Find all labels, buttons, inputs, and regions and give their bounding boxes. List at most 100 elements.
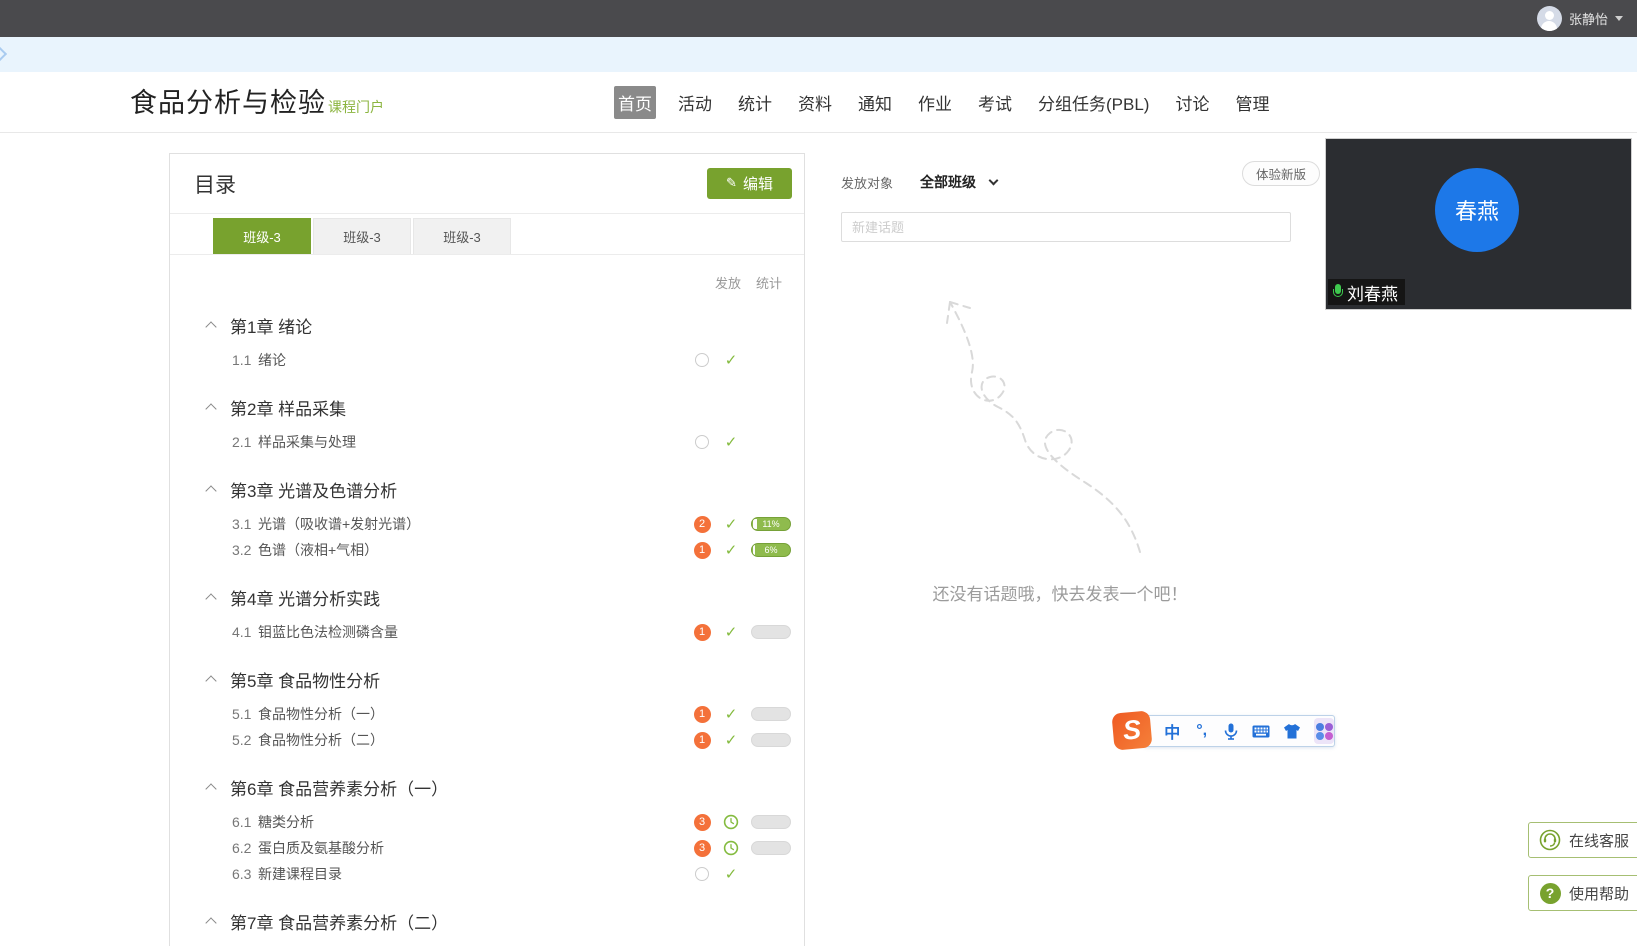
released-check-icon[interactable]: ✓ — [725, 351, 738, 369]
unreleased-circle-icon[interactable] — [695, 353, 709, 367]
section-row: 5.2食品物性分析（二）1✓ — [170, 727, 804, 753]
released-check-icon[interactable]: ✓ — [725, 705, 738, 723]
section-title[interactable]: 糖类分析 — [258, 812, 314, 832]
activity-count-badge[interactable]: 3 — [694, 840, 711, 857]
nav-item-8[interactable]: 分组任务(PBL) — [1034, 86, 1153, 119]
pending-clock-icon[interactable] — [723, 814, 739, 830]
chapter-row[interactable]: 第5章 食品物性分析 — [170, 665, 804, 693]
nav-item-2[interactable]: 活动 — [674, 86, 716, 119]
toolbox-icon[interactable] — [1314, 718, 1334, 744]
chapter-title: 第4章 光谱分析实践 — [230, 585, 380, 610]
activity-count-badge[interactable]: 2 — [694, 516, 711, 533]
section-title[interactable]: 光谱（吸收谱+发射光谱） — [258, 514, 420, 534]
progress-pill[interactable] — [751, 841, 791, 855]
pending-clock-icon[interactable] — [723, 840, 739, 856]
progress-pill[interactable]: 6% — [751, 543, 791, 557]
released-check-icon[interactable]: ✓ — [725, 541, 738, 559]
new-topic-input[interactable] — [841, 212, 1291, 242]
section-title[interactable]: 色谱（液相+气相） — [258, 540, 378, 560]
status-slot: ✓ — [722, 731, 740, 749]
nav-item-10[interactable]: 管理 — [1231, 86, 1273, 119]
released-check-icon[interactable]: ✓ — [725, 433, 738, 451]
online-service-button[interactable]: 在线客服 — [1528, 822, 1637, 858]
nav-item-7[interactable]: 考试 — [974, 86, 1016, 119]
class-tab-1[interactable]: 班级-3 — [213, 218, 311, 254]
class-tab-2[interactable]: 班级-3 — [313, 218, 411, 254]
help-label: 使用帮助 — [1569, 883, 1629, 904]
released-check-icon[interactable]: ✓ — [725, 731, 738, 749]
section-status-group: 1✓ — [693, 623, 791, 641]
help-button[interactable]: ? 使用帮助 — [1528, 875, 1637, 911]
mic-icon[interactable] — [1223, 718, 1239, 744]
released-check-icon[interactable]: ✓ — [725, 623, 738, 641]
video-call-widget[interactable]: 春燕 刘春燕 — [1325, 138, 1632, 310]
nav-item-9[interactable]: 讨论 — [1171, 86, 1213, 119]
section-status-group: 1 ✓ 6% — [693, 541, 791, 559]
chevron-down-icon — [1615, 16, 1623, 21]
chevron-up-icon — [205, 917, 216, 928]
activity-count-badge[interactable]: 1 — [694, 542, 711, 559]
status-slot: ✓ — [722, 351, 740, 369]
chapter-row[interactable]: 第6章 食品营养素分析（一） — [170, 773, 804, 801]
section-title[interactable]: 食品物性分析（二） — [258, 730, 384, 750]
chapter-row[interactable]: 第2章 样品采集 — [170, 393, 804, 421]
activity-count-badge[interactable]: 1 — [694, 706, 711, 723]
progress-pill[interactable] — [751, 733, 791, 747]
main-nav: 首页活动统计资料通知作业考试分组任务(PBL) 讨论管理 — [614, 72, 1273, 132]
section-title[interactable]: 钼蓝比色法检测磷含量 — [258, 622, 398, 642]
new-version-button[interactable]: 体验新版 — [1242, 161, 1320, 186]
unreleased-circle-icon[interactable] — [695, 435, 709, 449]
ime-toolbar: 中 °, S — [1113, 712, 1335, 750]
chapter-row[interactable]: 第1章 绪论 — [170, 311, 804, 339]
section-title[interactable]: 样品采集与处理 — [258, 432, 356, 452]
section-title[interactable]: 蛋白质及氨基酸分析 — [258, 838, 384, 858]
activity-count-badge[interactable]: 3 — [694, 814, 711, 831]
section-title[interactable]: 新建课程目录 — [258, 864, 342, 884]
activity-count-badge[interactable]: 1 — [694, 732, 711, 749]
progress-pill[interactable] — [751, 625, 791, 639]
release-slot: 1 — [693, 732, 711, 749]
punctuation-icon[interactable]: °, — [1193, 718, 1209, 744]
section-row: 6.3新建课程目录✓ — [170, 861, 804, 887]
nav-item-1[interactable]: 首页 — [614, 86, 656, 119]
stats-slot: 6% — [751, 543, 791, 557]
section-title[interactable]: 绪论 — [258, 350, 286, 370]
course-title: 食品分析与检验 — [130, 81, 326, 120]
nav-item-6[interactable]: 作业 — [914, 86, 956, 119]
class-select[interactable]: 全部班级 — [920, 172, 997, 192]
class-select-value: 全部班级 — [920, 172, 976, 192]
skin-icon[interactable] — [1283, 718, 1301, 744]
edit-button[interactable]: ✎ 编辑 — [707, 168, 792, 199]
section-status-group: ✓ — [693, 433, 791, 451]
section-number: 3.1 — [232, 516, 258, 532]
released-check-icon[interactable]: ✓ — [725, 865, 738, 883]
user-menu[interactable]: 张静怡 — [1537, 0, 1623, 37]
sogou-logo-icon[interactable]: S — [1111, 710, 1152, 750]
released-check-icon[interactable]: ✓ — [725, 515, 738, 533]
class-tab-3[interactable]: 班级-3 — [413, 218, 511, 254]
nav-item-4[interactable]: 资料 — [794, 86, 836, 119]
nav-item-5[interactable]: 通知 — [854, 86, 896, 119]
section-row: 3.2色谱（液相+气相）1✓6% — [170, 537, 804, 563]
unreleased-circle-icon[interactable] — [695, 867, 709, 881]
progress-pill[interactable]: 11% — [751, 517, 791, 531]
progress-pill[interactable] — [751, 707, 791, 721]
chevron-right-icon[interactable] — [0, 47, 7, 61]
chapter-row[interactable]: 第4章 光谱分析实践 — [170, 583, 804, 611]
activity-count-badge[interactable]: 1 — [694, 624, 711, 641]
progress-fill — [753, 545, 755, 555]
chinese-mode-icon[interactable]: 中 — [1164, 718, 1180, 744]
progress-label: 6% — [764, 545, 777, 555]
user-avatar-icon — [1537, 6, 1562, 31]
status-slot: ✓ — [722, 865, 740, 883]
chapter-row[interactable]: 第3章 光谱及色谱分析 — [170, 475, 804, 503]
section-number: 6.1 — [232, 814, 258, 830]
progress-pill[interactable] — [751, 815, 791, 829]
keyboard-icon[interactable] — [1252, 718, 1270, 744]
release-slot: 1 — [693, 706, 711, 723]
section-number: 5.1 — [232, 706, 258, 722]
section-title[interactable]: 食品物性分析（一） — [258, 704, 384, 724]
nav-item-3[interactable]: 统计 — [734, 86, 776, 119]
chapter-title: 第7章 食品营养素分析（二） — [230, 909, 448, 934]
chapter-row[interactable]: 第7章 食品营养素分析（二） — [170, 907, 804, 935]
